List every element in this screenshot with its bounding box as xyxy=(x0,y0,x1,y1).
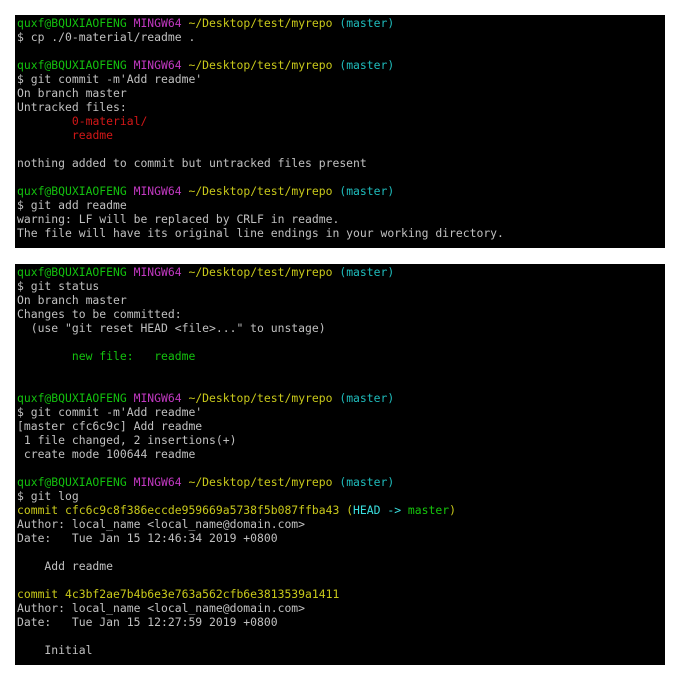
untracked-file: 0-material/ xyxy=(71,114,148,128)
prompt-branch: (master) xyxy=(339,391,395,405)
head-ref: HEAD -> xyxy=(353,503,408,517)
prompt-user: quxf@BQUXIAOFENG xyxy=(17,16,127,30)
staged-file: new file: readme xyxy=(17,349,665,363)
prompt-user: quxf@BQUXIAOFENG xyxy=(17,475,127,489)
new-file-name: readme xyxy=(154,349,196,363)
command-line: $ git commit -m'Add readme' xyxy=(17,72,203,86)
prompt-system: MINGW64 xyxy=(133,58,182,72)
prompt-branch: (master) xyxy=(339,265,395,279)
command-line: $ git commit -m'Add readme' xyxy=(17,405,203,419)
prompt-path: ~/Desktop/test/myrepo xyxy=(188,16,333,30)
commit-author: Author: local_name <local_name@domain.co… xyxy=(17,601,306,615)
output-line: (use "git reset HEAD <file>..." to unsta… xyxy=(17,321,326,335)
commit-hash: commit 4c3bf2ae7b4b6e3e763a562cfb6e38135… xyxy=(17,587,340,601)
prompt-path: ~/Desktop/test/myrepo xyxy=(188,391,333,405)
output-line: On branch master xyxy=(17,86,127,100)
prompt-line: quxf@BQUXIAOFENG MINGW64 ~/Desktop/test/… xyxy=(17,58,665,72)
commit-author: Author: local_name <local_name@domain.co… xyxy=(17,517,306,531)
output-line: 1 file changed, 2 insertions(+) xyxy=(17,433,237,447)
command-line: $ git add readme xyxy=(17,198,127,212)
prompt-line: quxf@BQUXIAOFENG MINGW64 ~/Desktop/test/… xyxy=(17,16,665,30)
output-line: On branch master xyxy=(17,293,127,307)
branch-ref: master xyxy=(407,503,450,517)
prompt-user: quxf@BQUXIAOFENG xyxy=(17,391,127,405)
commit-hash-line: commit 4c3bf2ae7b4b6e3e763a562cfb6e38135… xyxy=(17,587,665,601)
untracked-file: readme xyxy=(71,128,114,142)
output-line: Untracked files: xyxy=(17,100,127,114)
output-line: Changes to be committed: xyxy=(17,307,182,321)
output-line: [master cfc6c9c] Add readme xyxy=(17,419,203,433)
command-line: $ git status xyxy=(17,279,100,293)
prompt-user: quxf@BQUXIAOFENG xyxy=(17,184,127,198)
commit-date: Date: Tue Jan 15 12:27:59 2019 +0800 xyxy=(17,615,278,629)
prompt-system: MINGW64 xyxy=(133,391,182,405)
prompt-path: ~/Desktop/test/myrepo xyxy=(188,184,333,198)
terminal-panel-2[interactable]: quxf@BQUXIAOFENG MINGW64 ~/Desktop/test/… xyxy=(15,264,665,665)
prompt-line: quxf@BQUXIAOFENG MINGW64 ~/Desktop/test/… xyxy=(17,475,665,489)
commit-message: Initial xyxy=(17,643,93,657)
prompt-path: ~/Desktop/test/myrepo xyxy=(188,475,333,489)
prompt-user: quxf@BQUXIAOFENG xyxy=(17,265,127,279)
commit-hash-line: commit cfc6c9c8f386eccde959669a5738f5b08… xyxy=(17,503,456,517)
output-line: nothing added to commit but untracked fi… xyxy=(17,156,367,170)
output-line: create mode 100644 readme xyxy=(17,447,196,461)
prompt-line: quxf@BQUXIAOFENG MINGW64 ~/Desktop/test/… xyxy=(17,265,665,279)
prompt-branch: (master) xyxy=(339,475,395,489)
commit-date: Date: Tue Jan 15 12:46:34 2019 +0800 xyxy=(17,531,278,545)
prompt-branch: (master) xyxy=(339,184,395,198)
prompt-branch: (master) xyxy=(339,16,395,30)
prompt-branch: (master) xyxy=(339,58,395,72)
new-file-label: new file: xyxy=(71,349,134,363)
prompt-user: quxf@BQUXIAOFENG xyxy=(17,58,127,72)
prompt-path: ~/Desktop/test/myrepo xyxy=(188,58,333,72)
terminal-panel-1[interactable]: quxf@BQUXIAOFENG MINGW64 ~/Desktop/test/… xyxy=(15,15,665,248)
prompt-system: MINGW64 xyxy=(133,475,182,489)
warning-line: warning: LF will be replaced by CRLF in … xyxy=(17,212,340,226)
prompt-line: quxf@BQUXIAOFENG MINGW64 ~/Desktop/test/… xyxy=(17,391,665,405)
command-line: $ git log xyxy=(17,489,79,503)
prompt-path: ~/Desktop/test/myrepo xyxy=(188,265,333,279)
prompt-system: MINGW64 xyxy=(133,265,182,279)
prompt-system: MINGW64 xyxy=(133,16,182,30)
commit-message: Add readme xyxy=(17,559,114,573)
prompt-line: quxf@BQUXIAOFENG MINGW64 ~/Desktop/test/… xyxy=(17,184,665,198)
commit-hash: commit cfc6c9c8f386eccde959669a5738f5b08… xyxy=(17,503,340,517)
warning-line: The file will have its original line end… xyxy=(17,226,504,240)
command-line: $ cp ./0-material/readme . xyxy=(17,30,196,44)
prompt-system: MINGW64 xyxy=(133,184,182,198)
